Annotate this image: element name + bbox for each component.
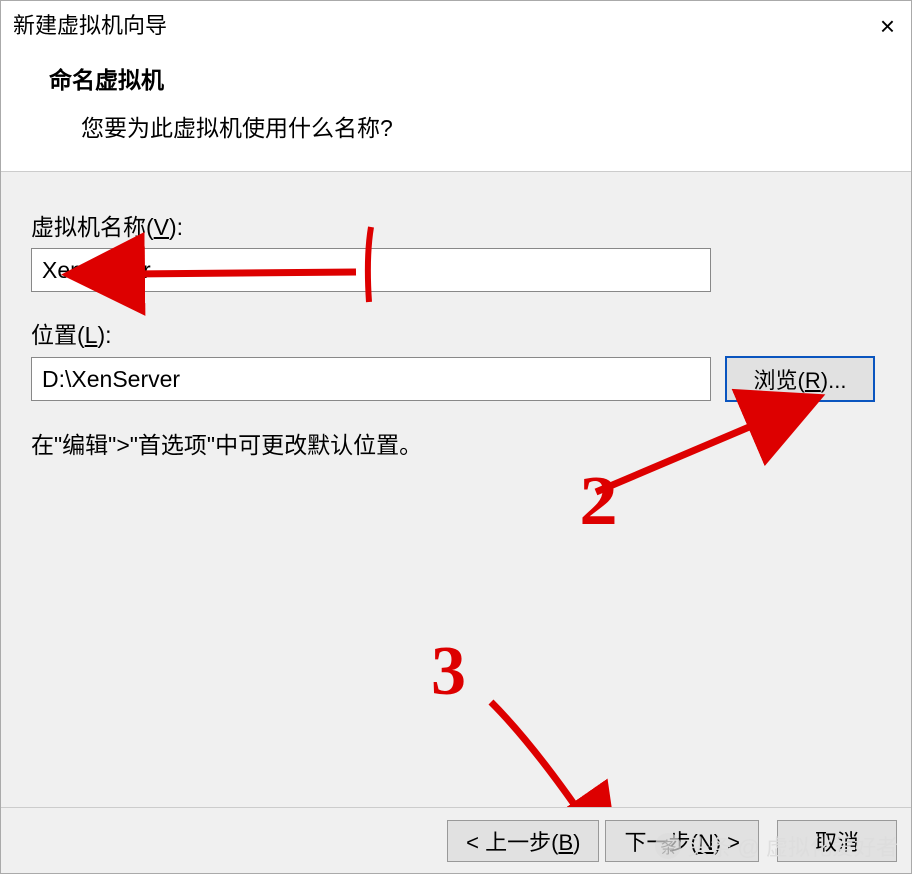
next-button[interactable]: 下一步(N) >	[605, 820, 759, 862]
wizard-content: 虚拟机名称(V): 位置(L): 浏览(R)... 在"编辑">"首选项"中可更…	[1, 172, 911, 807]
vm-name-label: 虚拟机名称(V):	[31, 208, 881, 242]
location-row: 浏览(R)...	[31, 356, 881, 402]
wizard-window: 新建虚拟机向导 × 命名虚拟机 您要为此虚拟机使用什么名称? 虚拟机名称(V):…	[0, 0, 912, 874]
location-input[interactable]	[31, 357, 711, 401]
page-subtitle: 您要为此虚拟机使用什么名称?	[81, 109, 899, 143]
wizard-header: 命名虚拟机 您要为此虚拟机使用什么名称?	[1, 47, 911, 172]
page-title: 命名虚拟机	[49, 61, 899, 95]
vm-name-input[interactable]	[31, 248, 711, 292]
vm-name-group: 虚拟机名称(V):	[31, 208, 881, 292]
browse-button[interactable]: 浏览(R)...	[725, 356, 875, 402]
location-hint: 在"编辑">"首选项"中可更改默认位置。	[31, 426, 881, 460]
cancel-button[interactable]: 取消	[777, 820, 897, 862]
annotation-3: 3	[431, 632, 466, 712]
titlebar: 新建虚拟机向导 ×	[1, 1, 911, 47]
location-label: 位置(L):	[31, 316, 881, 350]
close-icon[interactable]: ×	[880, 11, 895, 42]
location-group: 位置(L): 浏览(R)...	[31, 316, 881, 402]
annotation-2: 2	[579, 462, 618, 542]
wizard-footer: < 上一步(B) 下一步(N) > 取消	[1, 807, 911, 873]
back-button[interactable]: < 上一步(B)	[447, 820, 599, 862]
window-title: 新建虚拟机向导	[13, 8, 167, 40]
